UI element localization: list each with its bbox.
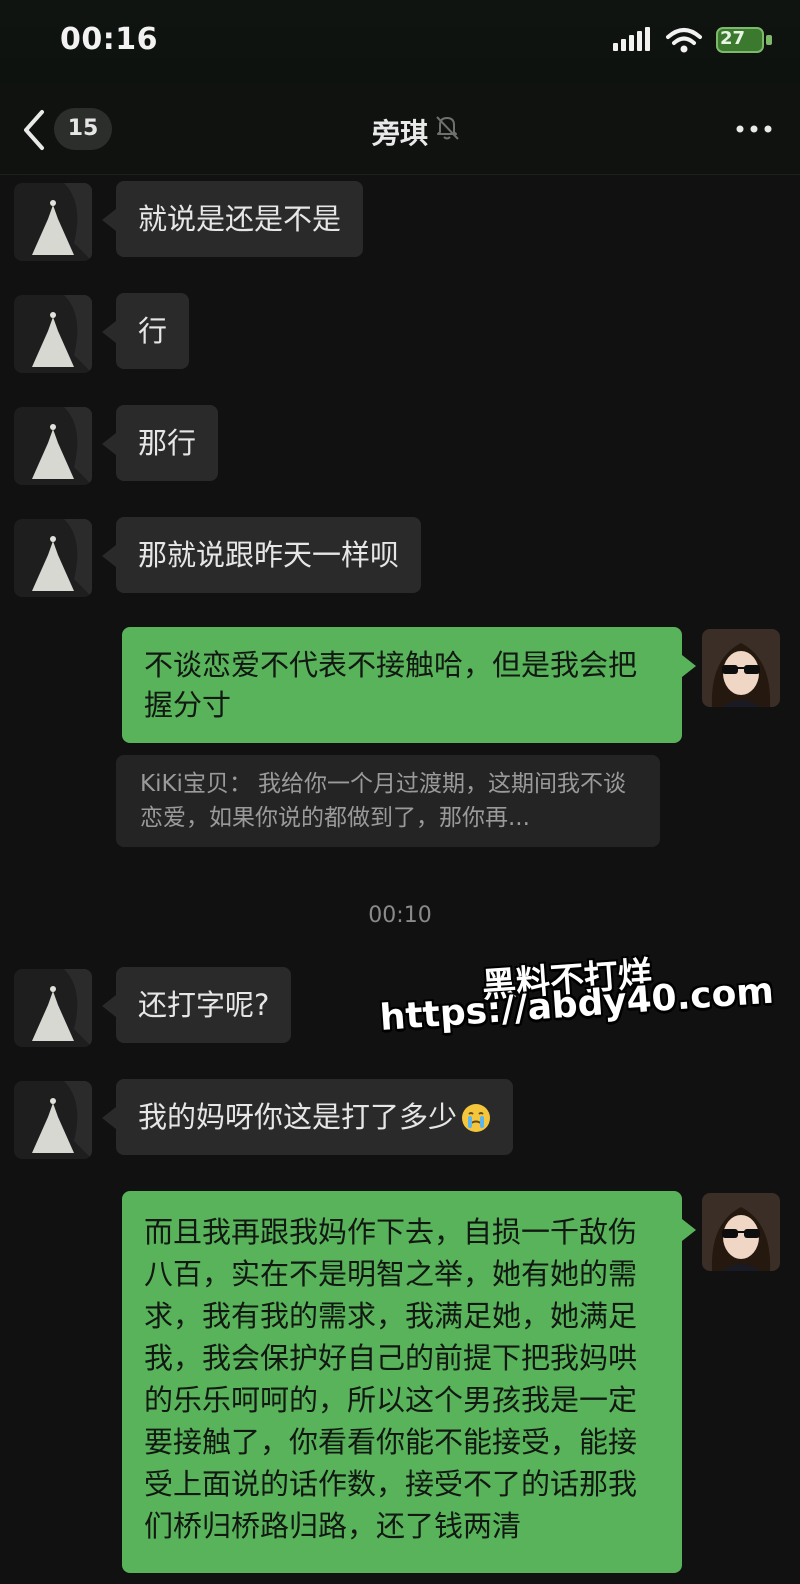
battery-level: 27 [720, 28, 746, 49]
received-message[interactable]: 就说是还是不是 [101, 181, 364, 257]
quoted-message[interactable]: KiKi宝贝： 我给你一个月过渡期，这期间我不谈恋爱，如果你说的都做到了，那你再.… [116, 755, 660, 847]
user-avatar[interactable] [702, 629, 780, 707]
message-row: 行 [0, 293, 800, 375]
bell-slash-icon [436, 116, 459, 140]
message-row: 就说是还是不是 [0, 181, 800, 263]
user-avatar[interactable] [702, 1193, 780, 1271]
message-row: 而且我再跟我妈作下去，自损一千敌伤八百，实在不是明智之举，她有她的需求，我有我的… [0, 1191, 800, 1584]
contact-name: 旁琪 [371, 117, 428, 150]
status-icons: 27 [612, 26, 772, 54]
contact-avatar[interactable] [14, 295, 92, 373]
chat-header: 15 旁琪 [0, 84, 800, 175]
received-message[interactable]: 行 [101, 293, 190, 369]
status-bar: 00:16 27 [0, 0, 800, 84]
received-message[interactable]: 我的妈呀你这是打了多少 [101, 1079, 514, 1155]
message-row: 那就说跟昨天一样呗 [0, 517, 800, 599]
sent-message[interactable]: 而且我再跟我妈作下去，自损一千敌伤八百，实在不是明智之举，她有她的需求，我有我的… [122, 1191, 696, 1573]
wifi-icon [666, 28, 702, 53]
status-time: 00:16 [60, 22, 158, 57]
contact-avatar[interactable] [14, 407, 92, 485]
received-message[interactable]: 那行 [101, 405, 219, 481]
message-list[interactable]: 就说是还是不是 行 那行 那就说跟昨天一样呗 不谈恋爱不代表不接触哈，但是我会把… [0, 175, 800, 1584]
battery-icon: 27 [716, 26, 772, 54]
chevron-left-icon[interactable] [20, 108, 48, 152]
time-separator: 00:10 [368, 903, 432, 928]
received-message[interactable]: 还打字呢? [101, 967, 292, 1043]
contact-avatar[interactable] [14, 969, 92, 1047]
received-message[interactable]: 那就说跟昨天一样呗 [101, 517, 422, 593]
crying-face-emoji [462, 1104, 491, 1132]
message-text: 我的妈呀你这是打了多少 [138, 1100, 458, 1134]
more-dots-icon[interactable] [734, 122, 774, 136]
unread-count-badge[interactable]: 15 [54, 108, 112, 150]
message-row: 不谈恋爱不代表不接触哈，但是我会把握分寸 [0, 627, 800, 749]
contact-avatar[interactable] [14, 1081, 92, 1159]
message-row: 那行 [0, 405, 800, 487]
contact-avatar[interactable] [14, 519, 92, 597]
signal-icon [613, 27, 650, 51]
message-row: 我的妈呀你这是打了多少 [0, 1079, 800, 1161]
sent-message[interactable]: 不谈恋爱不代表不接触哈，但是我会把握分寸 [122, 627, 696, 743]
message-row: 还打字呢? [0, 967, 800, 1049]
contact-avatar[interactable] [14, 183, 92, 261]
quote-sender: KiKi宝贝 [140, 771, 229, 797]
chat-screen: 00:16 27 15 旁琪 就说是还是不是 行 那行 那就说跟昨天一样呗 不谈… [0, 0, 800, 1584]
